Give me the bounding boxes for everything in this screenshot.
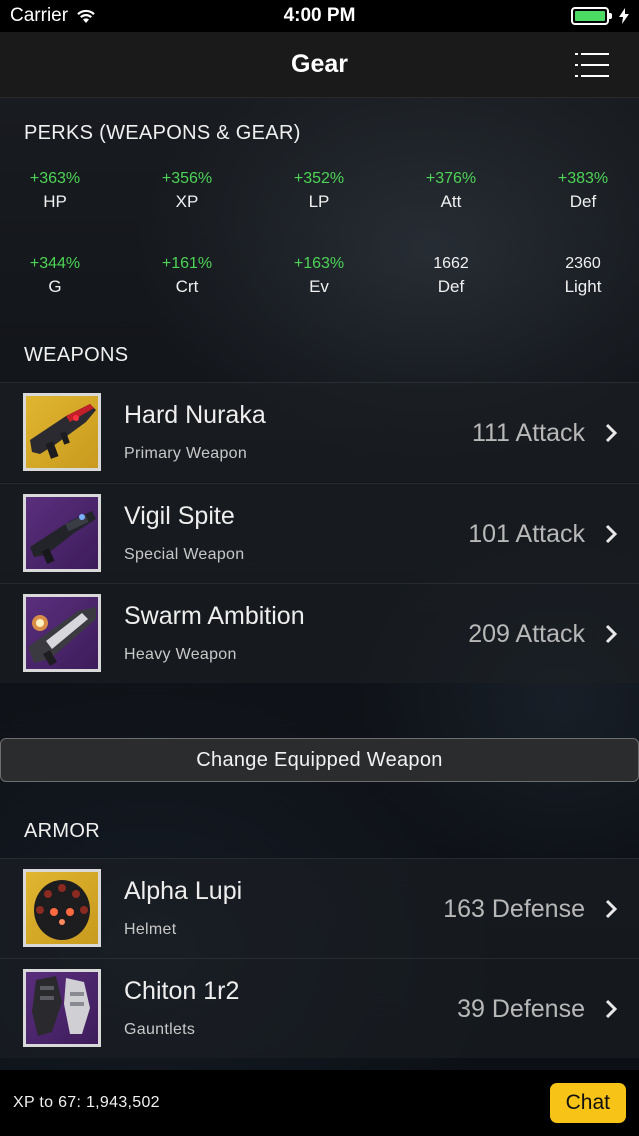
armor-defense: 39 Defense	[457, 995, 585, 1023]
fusion-rifle-icon	[23, 494, 101, 572]
change-equipped-weapon-button[interactable]: Change Equipped Weapon	[0, 738, 639, 782]
perk-def-total: 1662 Def	[386, 253, 516, 299]
chevron-right-icon	[605, 423, 617, 443]
perk-value: +376%	[425, 170, 477, 187]
weapon-row-heavy[interactable]: Swarm Ambition Heavy Weapon 209 Attack	[0, 583, 639, 683]
perk-lp: +352% LP	[254, 168, 384, 214]
perk-value: +356%	[161, 170, 213, 187]
chat-button[interactable]: Chat	[549, 1083, 626, 1123]
perk-label: Att	[440, 192, 462, 211]
weapon-row-primary[interactable]: Hard Nuraka Primary Weapon 111 Attack	[0, 382, 639, 482]
weapon-attack: 101 Attack	[468, 520, 585, 548]
weapon-attack: 209 Attack	[468, 620, 585, 648]
weapon-row-special[interactable]: Vigil Spite Special Weapon 101 Attack	[0, 483, 639, 583]
weapon-type: Primary Weapon	[124, 445, 248, 462]
armor-name: Chiton 1r2	[124, 977, 240, 1005]
chevron-right-icon	[605, 624, 617, 644]
perk-label: HP	[43, 192, 67, 211]
perk-value: +163%	[293, 255, 345, 272]
armor-section-header: ARMOR	[24, 820, 100, 842]
perks-section-header: PERKS (WEAPONS & GEAR)	[24, 122, 301, 144]
gauntlets-icon	[23, 969, 101, 1047]
perk-att: +376% Att	[386, 168, 516, 214]
perk-ev: +163% Ev	[254, 253, 384, 299]
perk-value: 1662	[433, 255, 469, 272]
perk-label: LP	[308, 192, 330, 211]
perk-label: XP	[175, 192, 199, 211]
perk-value: +383%	[557, 170, 609, 187]
perk-def: +383% Def	[518, 168, 639, 214]
perk-label: Def	[437, 277, 465, 296]
armor-name: Alpha Lupi	[124, 877, 243, 905]
chevron-right-icon	[605, 999, 617, 1019]
armor-type: Helmet	[124, 921, 177, 938]
armor-type: Gauntlets	[124, 1021, 196, 1038]
perk-label: Crt	[175, 277, 199, 296]
perk-label: Ev	[309, 277, 329, 296]
weapon-type: Special Weapon	[124, 546, 245, 563]
weapon-name: Vigil Spite	[124, 502, 235, 530]
perk-g: +344% G	[0, 253, 120, 299]
page-title: Gear	[291, 50, 348, 78]
perk-value: +352%	[293, 170, 345, 187]
perk-label: Def	[569, 192, 597, 211]
armor-row-gauntlets[interactable]: Chiton 1r2 Gauntlets 39 Defense	[0, 958, 639, 1058]
perk-value: +344%	[29, 255, 81, 272]
chevron-right-icon	[605, 524, 617, 544]
weapon-name: Hard Nuraka	[124, 401, 266, 429]
helmet-icon	[23, 869, 101, 947]
weapon-attack: 111 Attack	[471, 419, 585, 447]
perk-value: +161%	[161, 255, 213, 272]
charging-bolt-icon	[619, 8, 629, 24]
auto-rifle-icon	[23, 393, 101, 471]
bottom-bar: XP to 67: 1,943,502 Chat	[0, 1070, 639, 1136]
menu-list-icon[interactable]	[575, 53, 609, 77]
carrier-label: Carrier	[10, 5, 69, 26]
status-bar: Carrier 4:00 PM	[0, 0, 639, 32]
battery-icon	[571, 7, 612, 25]
perk-value: +363%	[29, 170, 81, 187]
perk-hp: +363% HP	[0, 168, 120, 214]
rocket-launcher-icon	[23, 594, 101, 672]
navigation-bar: Gear	[0, 32, 639, 98]
armor-defense: 163 Defense	[443, 895, 585, 923]
weapons-section-header: WEAPONS	[24, 344, 129, 366]
perk-value: 2360	[565, 255, 601, 272]
perk-label: G	[48, 277, 62, 296]
armor-row-helmet[interactable]: Alpha Lupi Helmet 163 Defense	[0, 858, 639, 958]
weapon-type: Heavy Weapon	[124, 646, 237, 663]
perk-light: 2360 Light	[518, 253, 639, 299]
perk-xp: +356% XP	[122, 168, 252, 214]
wifi-icon	[77, 9, 95, 23]
perks-grid: +363% HP +356% XP +352% LP +376% Att +38…	[0, 168, 639, 298]
perk-label: Light	[564, 277, 602, 296]
xp-progress-text: XP to 67: 1,943,502	[13, 1094, 160, 1111]
weapon-name: Swarm Ambition	[124, 602, 305, 630]
chevron-right-icon	[605, 899, 617, 919]
status-time: 4:00 PM	[283, 5, 356, 26]
perk-crt: +161% Crt	[122, 253, 252, 299]
